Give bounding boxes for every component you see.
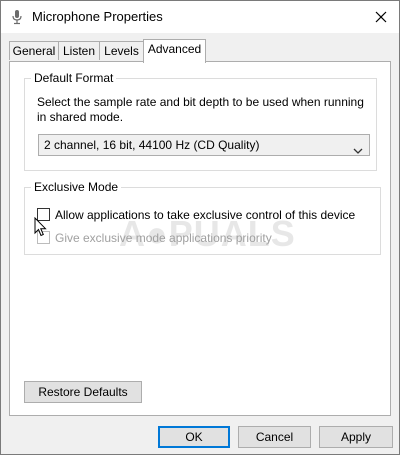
mouse-cursor-icon [34,216,48,237]
cancel-button[interactable]: Cancel [238,426,311,448]
tab-listen[interactable]: Listen [58,41,100,60]
tab-advanced[interactable]: Advanced [143,39,206,63]
properties-dialog: Microphone Properties General Listen Lev… [0,0,400,455]
watermark-logo: A●PUALS [119,213,296,254]
format-select[interactable]: 2 channel, 16 bit, 44100 Hz (CD Quality) [38,134,370,156]
default-format-legend: Default Format [31,71,117,85]
restore-defaults-button[interactable]: Restore Defaults [24,381,142,403]
exclusive-mode-legend: Exclusive Mode [31,180,122,194]
tab-levels[interactable]: Levels [99,41,144,60]
tab-general[interactable]: General [9,41,59,60]
apply-button[interactable]: Apply [319,426,393,448]
format-select-value: 2 channel, 16 bit, 44100 Hz (CD Quality) [44,138,260,152]
tab-strip: General Listen Levels Advanced [9,39,391,63]
default-format-description: Select the sample rate and bit depth to … [37,95,364,124]
title-bar: Microphone Properties [1,1,399,33]
chevron-down-icon [353,141,363,161]
close-button[interactable] [369,6,393,28]
microphone-icon [9,9,25,25]
default-format-group: Default Format Select the sample rate an… [24,71,377,171]
window-title: Microphone Properties [32,9,163,24]
ok-button[interactable]: OK [158,426,230,448]
close-icon [375,11,387,23]
